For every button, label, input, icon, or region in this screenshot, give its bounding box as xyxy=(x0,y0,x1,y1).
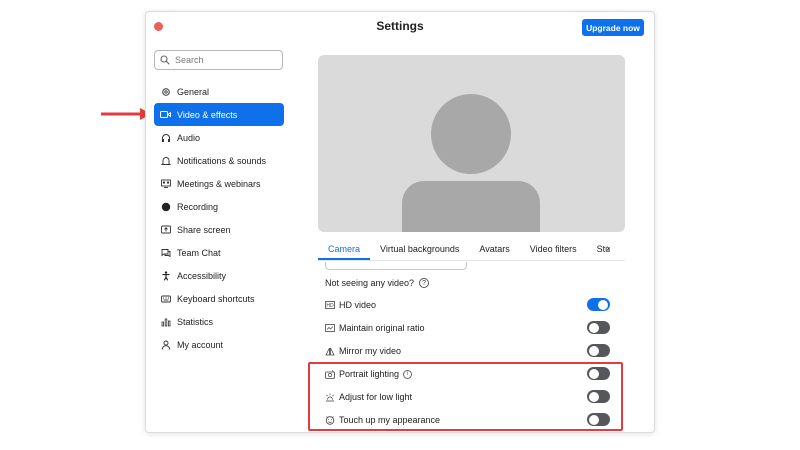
sidebar-item-label: Notifications & sounds xyxy=(177,155,267,166)
statistics-icon xyxy=(160,316,171,327)
tab-divider xyxy=(318,260,625,261)
share-screen-icon xyxy=(160,224,171,235)
sidebar-item-label: Recording xyxy=(177,201,219,212)
option-label: Maintain original ratio xyxy=(339,323,425,333)
annotation-highlight-box xyxy=(308,362,623,431)
video-camera-icon xyxy=(160,109,171,120)
search-input[interactable]: Search xyxy=(154,50,283,70)
original-ratio-toggle[interactable] xyxy=(587,321,610,334)
sidebar-item-label: Share screen xyxy=(177,224,231,235)
hd-video-toggle[interactable] xyxy=(587,298,610,311)
not-seeing-video-label: Not seeing any video? xyxy=(325,278,415,288)
option-mirror-video: Mirror my video xyxy=(325,344,610,358)
option-hd-video: HD HD video xyxy=(325,298,610,312)
option-original-ratio: Maintain original ratio xyxy=(325,321,610,335)
sidebar-item-share-screen[interactable]: Share screen xyxy=(154,218,284,241)
option-label: Mirror my video xyxy=(339,346,402,356)
window-title: Settings xyxy=(376,19,424,33)
accessibility-icon xyxy=(160,270,171,281)
tab-video-filters[interactable]: Video filters xyxy=(520,244,587,260)
search-placeholder: Search xyxy=(175,55,204,65)
sidebar-item-general[interactable]: General xyxy=(154,80,284,103)
sidebar-item-notifications[interactable]: Notifications & sounds xyxy=(154,149,284,172)
person-icon xyxy=(160,339,171,350)
chat-icon xyxy=(160,247,171,258)
sidebar-item-label: Video & effects xyxy=(177,109,238,120)
svg-text:HD: HD xyxy=(326,303,334,309)
sidebar-item-label: Statistics xyxy=(177,316,214,327)
sidebar-item-label: Audio xyxy=(177,132,201,143)
meetings-icon xyxy=(160,178,171,189)
sidebar-item-team-chat[interactable]: Team Chat xyxy=(154,241,284,264)
sidebar-item-accessibility[interactable]: Accessibility xyxy=(154,264,284,287)
sidebar-item-label: General xyxy=(177,86,210,97)
record-icon xyxy=(160,201,171,212)
sidebar-item-audio[interactable]: Audio xyxy=(154,126,284,149)
sidebar-item-recording[interactable]: Recording xyxy=(154,195,284,218)
sidebar-item-meetings[interactable]: Meetings & webinars xyxy=(154,172,284,195)
sidebar-item-label: My account xyxy=(177,339,224,350)
camera-preview xyxy=(318,55,625,232)
bell-icon xyxy=(160,155,171,166)
settings-sidebar: General Video & effects Audio Notificati… xyxy=(154,80,284,356)
sidebar-item-video-effects[interactable]: Video & effects xyxy=(154,103,284,126)
sidebar-item-my-account[interactable]: My account xyxy=(154,333,284,356)
sidebar-item-label: Team Chat xyxy=(177,247,221,258)
video-tabs: Camera Virtual backgrounds Avatars Video… xyxy=(318,238,625,260)
gear-icon xyxy=(160,86,171,97)
sidebar-item-label: Keyboard shortcuts xyxy=(177,293,255,304)
headphones-icon xyxy=(160,132,171,143)
mirror-video-toggle[interactable] xyxy=(587,344,610,357)
tab-virtual-backgrounds[interactable]: Virtual backgrounds xyxy=(370,244,469,260)
keyboard-icon xyxy=(160,293,171,304)
ratio-icon xyxy=(325,323,335,333)
tab-avatars[interactable]: Avatars xyxy=(469,244,519,260)
mirror-icon xyxy=(325,346,335,356)
camera-select[interactable] xyxy=(325,262,467,270)
tab-camera[interactable]: Camera xyxy=(318,244,371,260)
option-label: HD video xyxy=(339,300,377,310)
help-icon[interactable]: ? xyxy=(419,278,430,288)
sidebar-item-statistics[interactable]: Statistics xyxy=(154,310,284,333)
hd-icon: HD xyxy=(325,300,335,310)
search-icon xyxy=(160,55,170,65)
not-seeing-video: Not seeing any video? ? xyxy=(325,278,430,288)
sidebar-item-label: Accessibility xyxy=(177,270,227,281)
sidebar-item-label: Meetings & webinars xyxy=(177,178,261,189)
sidebar-item-keyboard-shortcuts[interactable]: Keyboard shortcuts xyxy=(154,287,284,310)
upgrade-now-button[interactable]: Upgrade now xyxy=(582,19,644,36)
tab-studio[interactable]: Stu xyxy=(587,244,613,260)
avatar-placeholder xyxy=(402,94,540,232)
